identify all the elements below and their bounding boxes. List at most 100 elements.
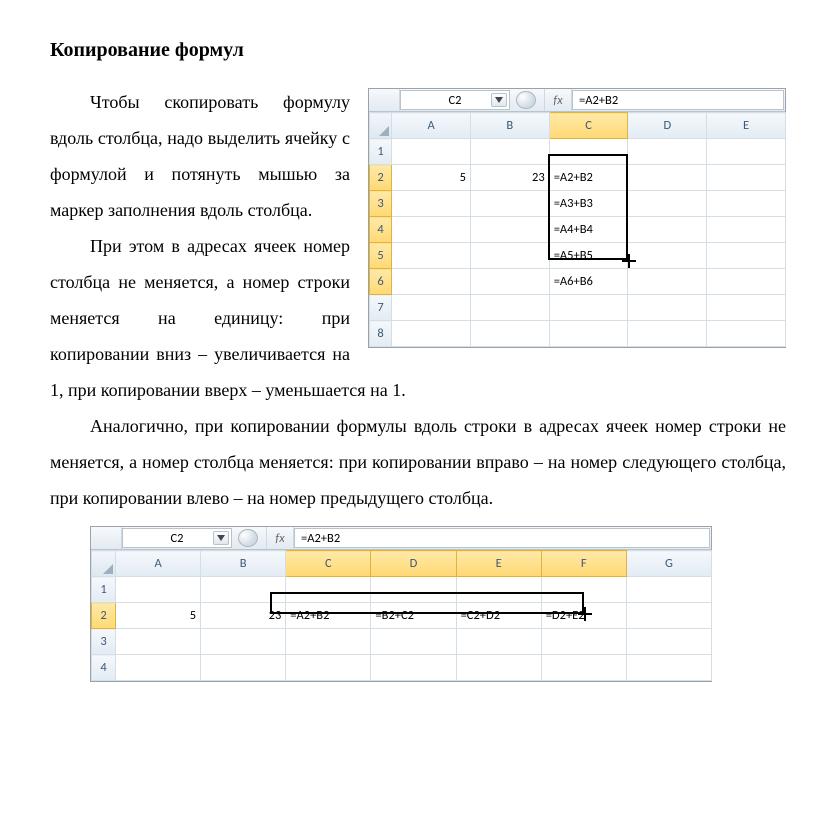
col-header-C[interactable]: C (286, 551, 371, 577)
cell-C5[interactable]: =A5+B5 (549, 243, 628, 269)
cell-D6[interactable] (628, 269, 707, 295)
cell-E3[interactable] (707, 191, 786, 217)
cancel-enter-orb (232, 527, 266, 549)
cell-C1[interactable] (549, 139, 628, 165)
cell-B3[interactable] (201, 629, 286, 655)
formula-bar[interactable]: =A2+B2 (572, 90, 784, 110)
cell-A1[interactable] (116, 577, 201, 603)
cell-C4[interactable]: =A4+B4 (549, 217, 628, 243)
formula-bar-value: =A2+B2 (579, 88, 618, 113)
cell-E2[interactable] (707, 165, 786, 191)
row-header-4[interactable]: 4 (370, 217, 392, 243)
cell-D2[interactable]: =B2+C2 (371, 603, 456, 629)
cell-A2[interactable]: 5 (116, 603, 201, 629)
name-box-dropdown-icon[interactable] (213, 531, 229, 545)
cell-A5[interactable] (392, 243, 471, 269)
cell-E1[interactable] (707, 139, 786, 165)
row-header-3[interactable]: 3 (92, 629, 116, 655)
col-header-E[interactable]: E (456, 551, 541, 577)
excel-vertical-copy: C2 fx =A2+B2 A B C D E (368, 88, 786, 348)
col-header-G[interactable]: G (626, 551, 711, 577)
col-header-B[interactable]: B (470, 113, 549, 139)
row-header-2[interactable]: 2 (92, 603, 116, 629)
cell-B6[interactable] (470, 269, 549, 295)
grid-vertical[interactable]: A B C D E 1 2 5 23 (369, 112, 786, 347)
cell-A3[interactable] (116, 629, 201, 655)
fbar-spacer (369, 89, 400, 111)
cell-D4[interactable] (628, 217, 707, 243)
cell-F1[interactable] (541, 577, 626, 603)
cell-B2[interactable]: 23 (470, 165, 549, 191)
col-header-A[interactable]: A (116, 551, 201, 577)
section-title: Копирование формул (50, 30, 786, 70)
fx-icon[interactable]: fx (266, 527, 294, 549)
cell-E3[interactable] (456, 629, 541, 655)
cell-C2[interactable]: =A2+B2 (549, 165, 628, 191)
cell-C7[interactable] (549, 295, 628, 321)
name-box[interactable]: C2 (122, 528, 232, 548)
col-header-D[interactable]: D (628, 113, 707, 139)
cell-C6[interactable]: =A6+B6 (549, 269, 628, 295)
row-header-4[interactable]: 4 (92, 655, 116, 681)
name-box[interactable]: C2 (400, 90, 510, 110)
cell-E2[interactable]: =C2+D2 (456, 603, 541, 629)
cell-A3[interactable] (392, 191, 471, 217)
cell-C2[interactable]: =A2+B2 (286, 603, 371, 629)
name-box-dropdown-icon[interactable] (491, 93, 507, 107)
col-header-F[interactable]: F (541, 551, 626, 577)
cell-F2[interactable]: =D2+E2 (541, 603, 626, 629)
cell-B3[interactable] (470, 191, 549, 217)
cell-C1[interactable] (286, 577, 371, 603)
row-header-5[interactable]: 5 (370, 243, 392, 269)
cell-E5[interactable] (707, 243, 786, 269)
cell-B2[interactable]: 23 (201, 603, 286, 629)
cell-G2[interactable] (626, 603, 711, 629)
cell-C3[interactable]: =A3+B3 (549, 191, 628, 217)
cell-D5[interactable] (628, 243, 707, 269)
cell-D2[interactable] (628, 165, 707, 191)
fx-icon[interactable]: fx (544, 89, 572, 111)
cell-G3[interactable] (626, 629, 711, 655)
cell-A2[interactable]: 5 (392, 165, 471, 191)
col-header-E[interactable]: E (707, 113, 786, 139)
cell-D7[interactable] (628, 295, 707, 321)
excel-horizontal-copy: C2 fx =A2+B2 A B C D E F (90, 526, 712, 682)
cell-E1[interactable] (456, 577, 541, 603)
cell-B1[interactable] (470, 139, 549, 165)
col-header-B[interactable]: B (201, 551, 286, 577)
row-header-2[interactable]: 2 (370, 165, 392, 191)
cell-A1[interactable] (392, 139, 471, 165)
cell-B5[interactable] (470, 243, 549, 269)
cell-E7[interactable] (707, 295, 786, 321)
cell-A4[interactable] (392, 217, 471, 243)
row-header-8[interactable]: 8 (370, 321, 392, 347)
cell-E4[interactable] (707, 217, 786, 243)
cell-F3[interactable] (541, 629, 626, 655)
cell-D1[interactable] (371, 577, 456, 603)
cell-A7[interactable] (392, 295, 471, 321)
cell-C3[interactable] (286, 629, 371, 655)
cell-E6[interactable] (707, 269, 786, 295)
grid-horizontal[interactable]: A B C D E F G 1 (91, 550, 712, 681)
cell-D1[interactable] (628, 139, 707, 165)
cell-D3[interactable] (628, 191, 707, 217)
select-all-corner[interactable] (92, 551, 116, 577)
col-header-A[interactable]: A (392, 113, 471, 139)
cell-B4[interactable] (470, 217, 549, 243)
col-header-C[interactable]: C (549, 113, 628, 139)
col-header-D[interactable]: D (371, 551, 456, 577)
row-header-7[interactable]: 7 (370, 295, 392, 321)
cell-D3[interactable] (371, 629, 456, 655)
cell-B7[interactable] (470, 295, 549, 321)
formula-bar[interactable]: =A2+B2 (294, 528, 710, 548)
name-box-value: C2 (170, 526, 183, 551)
row-header-1[interactable]: 1 (370, 139, 392, 165)
cell-A6[interactable] (392, 269, 471, 295)
cell-G1[interactable] (626, 577, 711, 603)
name-box-value: C2 (448, 88, 461, 113)
row-header-1[interactable]: 1 (92, 577, 116, 603)
row-header-6[interactable]: 6 (370, 269, 392, 295)
select-all-corner[interactable] (370, 113, 392, 139)
cell-B1[interactable] (201, 577, 286, 603)
row-header-3[interactable]: 3 (370, 191, 392, 217)
